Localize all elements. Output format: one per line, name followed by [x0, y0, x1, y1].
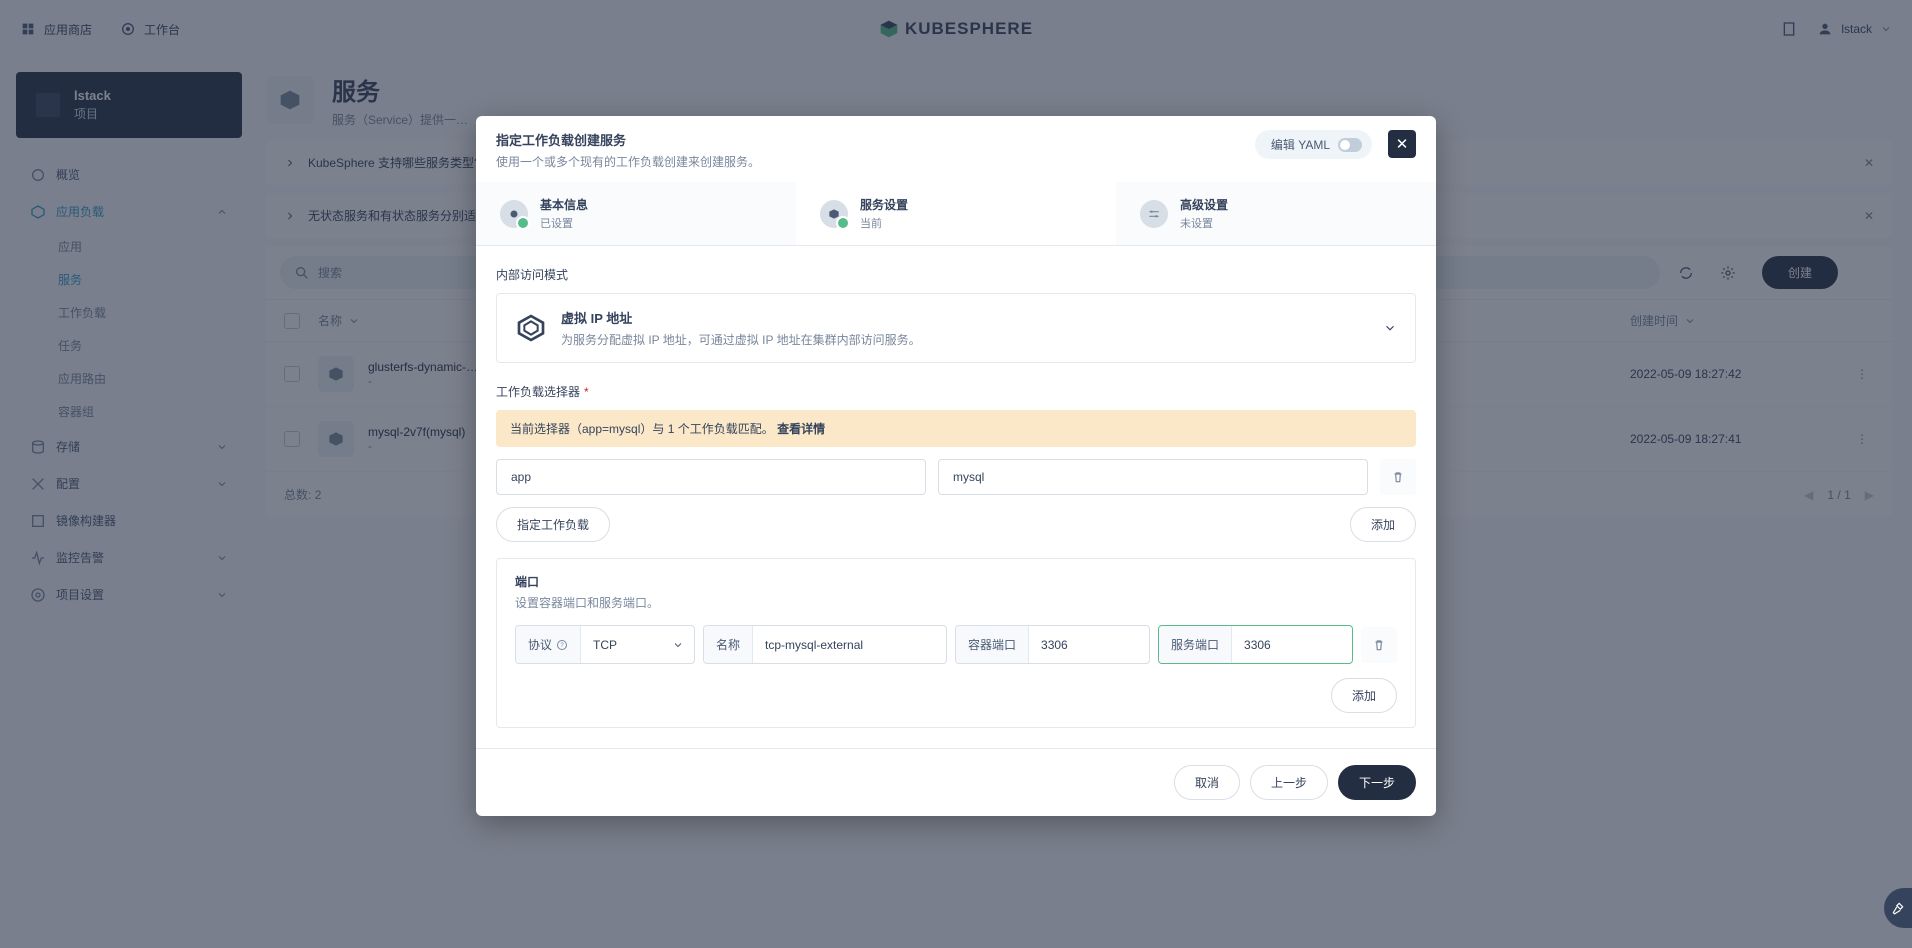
port-row: 协议 ? TCP 名称 容器端口: [515, 625, 1397, 664]
service-port-field: 服务端口: [1158, 625, 1353, 664]
yaml-label: 编辑 YAML: [1271, 136, 1330, 153]
access-mode-label: 内部访问模式: [496, 266, 1416, 283]
step-advanced[interactable]: 高级设置 未设置: [1116, 182, 1436, 245]
service-port-input[interactable]: [1232, 628, 1352, 662]
svg-text:?: ?: [560, 643, 564, 649]
container-port-input[interactable]: [1029, 628, 1149, 662]
step-service-settings[interactable]: 服务设置 当前: [796, 182, 1116, 245]
container-port-label: 容器端口: [956, 626, 1029, 663]
selector-key-input[interactable]: [496, 459, 926, 495]
chevron-down-icon: [662, 639, 694, 651]
port-name-field: 名称: [703, 625, 947, 664]
selector-row: [496, 459, 1416, 495]
step-icon: [820, 200, 848, 228]
step-sub: 已设置: [540, 215, 588, 231]
modal-desc: 使用一个或多个现有的工作负载创建来创建服务。: [496, 153, 760, 170]
port-name-input[interactable]: [753, 628, 946, 662]
step-icon: [500, 200, 528, 228]
selector-buttons: 指定工作负载 添加: [496, 507, 1416, 542]
wizard-steps: 基本信息 已设置 服务设置 当前 高级设置 未设置: [476, 182, 1436, 246]
selector-tip: 当前选择器（app=mysql）与 1 个工作负载匹配。 查看详情: [496, 410, 1416, 447]
protocol-label: 协议 ?: [516, 626, 581, 663]
trash-icon: [1372, 638, 1386, 652]
selector-value-input[interactable]: [938, 459, 1368, 495]
step-title: 基本信息: [540, 196, 588, 213]
create-service-modal: 指定工作负载创建服务 使用一个或多个现有的工作负载创建来创建服务。 编辑 YAM…: [476, 116, 1436, 816]
port-name-label: 名称: [704, 626, 753, 663]
protocol-select[interactable]: 协议 ? TCP: [515, 625, 695, 664]
modal-footer: 取消 上一步 下一步: [476, 748, 1436, 816]
ports-title: 端口: [515, 573, 1397, 590]
ports-section: 端口 设置容器端口和服务端口。 协议 ? TCP 名称: [496, 558, 1416, 728]
port-buttons: 添加: [515, 678, 1397, 713]
step-title: 高级设置: [1180, 196, 1228, 213]
trash-icon: [1391, 470, 1405, 484]
container-port-field: 容器端口: [955, 625, 1150, 664]
step-title: 服务设置: [860, 196, 908, 213]
modal-header: 指定工作负载创建服务 使用一个或多个现有的工作负载创建来创建服务。 编辑 YAM…: [476, 116, 1436, 170]
service-port-label: 服务端口: [1159, 626, 1232, 663]
access-mode-select[interactable]: 虚拟 IP 地址 为服务分配虚拟 IP 地址，可通过虚拟 IP 地址在集群内部访…: [496, 293, 1416, 363]
next-button[interactable]: 下一步: [1338, 765, 1416, 800]
modal-title: 指定工作负载创建服务: [496, 130, 760, 149]
cancel-button[interactable]: 取消: [1174, 765, 1240, 800]
modal-body: 内部访问模式 虚拟 IP 地址 为服务分配虚拟 IP 地址，可通过虚拟 IP 地…: [476, 246, 1436, 748]
view-details-link[interactable]: 查看详情: [777, 422, 825, 436]
ports-desc: 设置容器端口和服务端口。: [515, 594, 1397, 611]
selector-label: 工作负载选择器*: [496, 383, 1416, 400]
yaml-toggle[interactable]: 编辑 YAML: [1255, 130, 1372, 159]
tip-text: 当前选择器（app=mysql）与 1 个工作负载匹配。: [510, 422, 774, 436]
access-title: 虚拟 IP 地址: [561, 308, 921, 327]
toggle-switch: [1338, 138, 1362, 152]
protocol-value: TCP: [581, 628, 662, 662]
step-icon: [1140, 200, 1168, 228]
delete-selector-button[interactable]: [1380, 459, 1416, 495]
help-icon: ?: [556, 639, 568, 651]
vip-icon: [515, 312, 547, 344]
close-button[interactable]: ✕: [1388, 130, 1416, 158]
access-desc: 为服务分配虚拟 IP 地址，可通过虚拟 IP 地址在集群内部访问服务。: [561, 331, 921, 348]
modal-overlay: 指定工作负载创建服务 使用一个或多个现有的工作负载创建来创建服务。 编辑 YAM…: [0, 0, 1912, 948]
chevron-down-icon: [1383, 321, 1397, 335]
specify-workload-button[interactable]: 指定工作负载: [496, 507, 610, 542]
step-sub: 当前: [860, 215, 908, 231]
prev-button[interactable]: 上一步: [1250, 765, 1328, 800]
step-basic-info[interactable]: 基本信息 已设置: [476, 182, 796, 245]
hammer-icon: [1891, 901, 1905, 915]
step-sub: 未设置: [1180, 215, 1228, 231]
add-selector-button[interactable]: 添加: [1350, 507, 1416, 542]
delete-port-button[interactable]: [1361, 627, 1397, 663]
add-port-button[interactable]: 添加: [1331, 678, 1397, 713]
